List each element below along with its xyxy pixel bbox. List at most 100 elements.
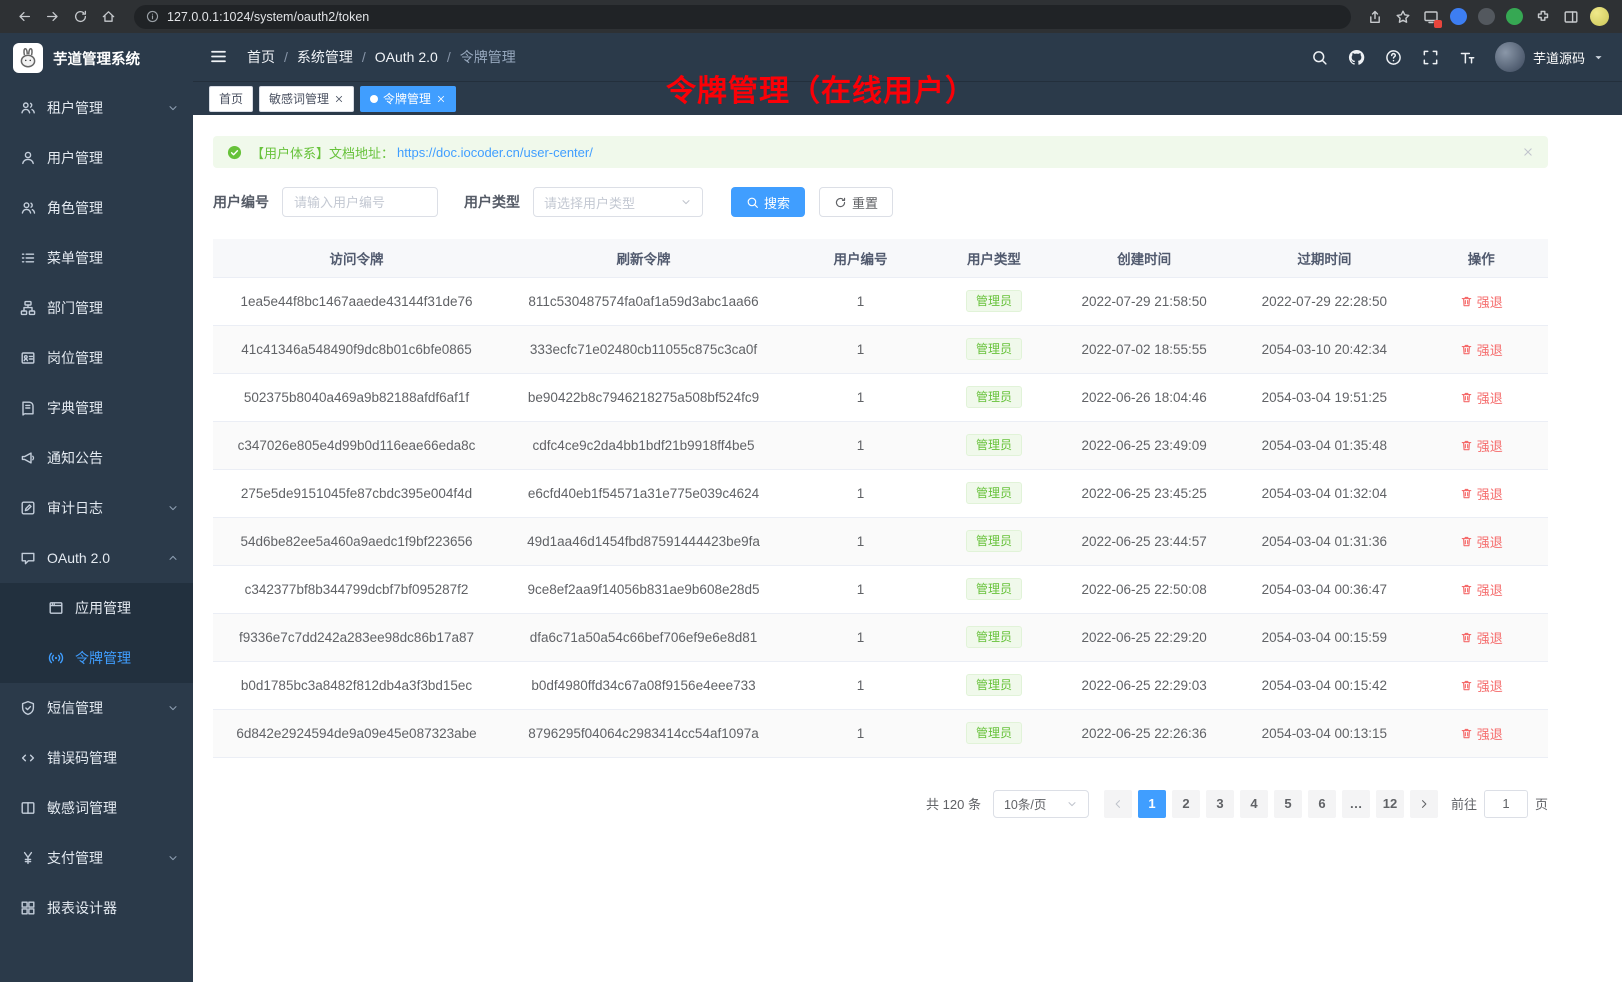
sidebar-item-dict[interactable]: 字典管理 xyxy=(0,383,193,433)
created-time-cell: 2022-06-25 22:50:08 xyxy=(1054,565,1234,613)
goto-page-input[interactable] xyxy=(1484,790,1528,818)
user-id-cell: 1 xyxy=(787,709,934,757)
user-type-badge: 管理员 xyxy=(966,722,1022,744)
tab-home[interactable]: 首页 xyxy=(209,86,253,112)
close-icon[interactable] xyxy=(1522,146,1534,158)
green-profile-icon[interactable] xyxy=(1506,8,1523,25)
page-button-5[interactable]: 5 xyxy=(1274,790,1302,818)
user-id-cell: 1 xyxy=(787,469,934,517)
sidebar-item-sms[interactable]: 短信管理 xyxy=(0,683,193,733)
github-icon[interactable] xyxy=(1347,47,1367,67)
home-icon[interactable] xyxy=(94,4,122,30)
alert-link[interactable]: https://doc.iocoder.cn/user-center/ xyxy=(397,145,593,160)
pagination: 共 120 条 10条/页 123456…12 前往 页 xyxy=(213,790,1548,818)
tab-token[interactable]: 令牌管理 xyxy=(360,86,456,112)
dark-profile-icon[interactable] xyxy=(1478,8,1495,25)
reset-button[interactable]: 重置 xyxy=(819,187,893,217)
next-page-button[interactable] xyxy=(1410,790,1438,818)
force-logout-label: 强退 xyxy=(1477,628,1503,647)
access-token-cell: f9336e7c7dd242a283ee98dc86b17a87 xyxy=(213,613,500,661)
force-logout-button[interactable]: 强退 xyxy=(1460,484,1503,503)
expire-time-cell: 2054-03-04 00:15:59 xyxy=(1234,613,1414,661)
split-view-icon[interactable] xyxy=(1559,5,1582,28)
reload-icon[interactable] xyxy=(66,4,94,30)
force-logout-button[interactable]: 强退 xyxy=(1460,676,1503,695)
sidebar-item-user[interactable]: 用户管理 xyxy=(0,133,193,183)
sidebar-item-oauth2-token[interactable]: 令牌管理 xyxy=(0,633,193,683)
user-menu[interactable]: 芋道源码 xyxy=(1495,42,1604,72)
user-type-badge: 管理员 xyxy=(966,386,1022,408)
sidebar-item-report-designer[interactable]: 报表设计器 xyxy=(0,883,193,933)
sidebar-item-dept[interactable]: 部门管理 xyxy=(0,283,193,333)
force-logout-button[interactable]: 强退 xyxy=(1460,388,1503,407)
force-logout-button[interactable]: 强退 xyxy=(1460,532,1503,551)
column-header-4: 创建时间 xyxy=(1054,239,1234,277)
user-type-cell: 管理员 xyxy=(934,373,1054,421)
user-type-select[interactable]: 请选择用户类型 xyxy=(533,187,703,217)
monitor-badge-icon[interactable] xyxy=(1419,5,1442,28)
trash-icon xyxy=(1460,343,1473,356)
sidebar-item-label: OAuth 2.0 xyxy=(47,550,110,566)
page-button-4[interactable]: 4 xyxy=(1240,790,1268,818)
address-bar[interactable]: 127.0.0.1:1024/system/oauth2/token xyxy=(134,5,1351,29)
avatar-smiley-icon[interactable] xyxy=(1590,7,1609,26)
sidebar-item-notice[interactable]: 通知公告 xyxy=(0,433,193,483)
back-icon[interactable] xyxy=(10,4,38,30)
force-logout-button[interactable]: 强退 xyxy=(1460,724,1503,743)
force-logout-button[interactable]: 强退 xyxy=(1460,436,1503,455)
page-size-select[interactable]: 10条/页 xyxy=(993,790,1089,818)
sidebar-item-audit-log[interactable]: 审计日志 xyxy=(0,483,193,533)
tab-label: 首页 xyxy=(219,90,243,107)
force-logout-button[interactable]: 强退 xyxy=(1460,292,1503,311)
forward-icon[interactable] xyxy=(38,4,66,30)
sidebar-item-sensitive-word[interactable]: 敏感词管理 xyxy=(0,783,193,833)
hamburger-icon[interactable] xyxy=(209,47,231,67)
sidebar-item-pay[interactable]: 支付管理 xyxy=(0,833,193,883)
search-icon[interactable] xyxy=(1310,47,1330,67)
sidebar-item-label: 敏感词管理 xyxy=(47,798,117,818)
prev-page-button[interactable] xyxy=(1104,790,1132,818)
browser-toolbar-icons xyxy=(1363,5,1612,28)
breadcrumb-item[interactable]: 系统管理 xyxy=(275,47,353,67)
page-button-12[interactable]: 12 xyxy=(1376,790,1404,818)
tab-sensitive-word[interactable]: 敏感词管理 xyxy=(259,86,354,112)
sidebar-item-label: 通知公告 xyxy=(47,448,103,468)
close-icon[interactable] xyxy=(436,94,446,104)
help-icon[interactable] xyxy=(1384,47,1404,67)
alert-text: 【用户体系】文档地址： xyxy=(251,143,394,162)
extensions-puzzle-icon[interactable] xyxy=(1531,5,1554,28)
sidebar-item-tenant[interactable]: 租户管理 xyxy=(0,83,193,133)
page-button-1[interactable]: 1 xyxy=(1138,790,1166,818)
share-icon[interactable] xyxy=(1363,5,1386,28)
org-tree-icon xyxy=(20,300,36,316)
sidebar-item-label: 应用管理 xyxy=(75,598,131,618)
page-button-3[interactable]: 3 xyxy=(1206,790,1234,818)
user-id-input[interactable] xyxy=(282,187,438,217)
font-size-icon[interactable] xyxy=(1458,47,1478,67)
refresh-token-cell: be90422b8c7946218275a508bf524fc9 xyxy=(500,373,787,421)
sidebar-item-oauth2[interactable]: OAuth 2.0 xyxy=(0,533,193,583)
trash-icon xyxy=(1460,295,1473,308)
force-logout-button[interactable]: 强退 xyxy=(1460,340,1503,359)
fullscreen-icon[interactable] xyxy=(1421,47,1441,67)
close-icon[interactable] xyxy=(334,94,344,104)
page-button-6[interactable]: 6 xyxy=(1308,790,1336,818)
force-logout-button[interactable]: 强退 xyxy=(1460,628,1503,647)
sidebar-item-post[interactable]: 岗位管理 xyxy=(0,333,193,383)
table-row: b0d1785bc3a8482f812db4a3f3bd15ecb0df4980… xyxy=(213,661,1548,709)
force-logout-button[interactable]: 强退 xyxy=(1460,580,1503,599)
blue-profile-icon[interactable] xyxy=(1450,8,1467,25)
bookmark-star-icon[interactable] xyxy=(1391,5,1414,28)
sidebar-item-menu[interactable]: 菜单管理 xyxy=(0,233,193,283)
access-token-cell: 41c41346a548490f9dc8b01c6bfe0865 xyxy=(213,325,500,373)
site-info-icon[interactable] xyxy=(146,10,159,23)
page-button-2[interactable]: 2 xyxy=(1172,790,1200,818)
search-button[interactable]: 搜索 xyxy=(731,187,805,217)
breadcrumb-item[interactable]: 首页 xyxy=(247,47,275,67)
check-circle-icon xyxy=(227,145,242,160)
sidebar-item-error-code[interactable]: 错误码管理 xyxy=(0,733,193,783)
more-pages-button[interactable]: … xyxy=(1342,790,1370,818)
breadcrumb-item[interactable]: OAuth 2.0 xyxy=(353,49,438,65)
sidebar-item-role[interactable]: 角色管理 xyxy=(0,183,193,233)
sidebar-item-oauth2-app[interactable]: 应用管理 xyxy=(0,583,193,633)
